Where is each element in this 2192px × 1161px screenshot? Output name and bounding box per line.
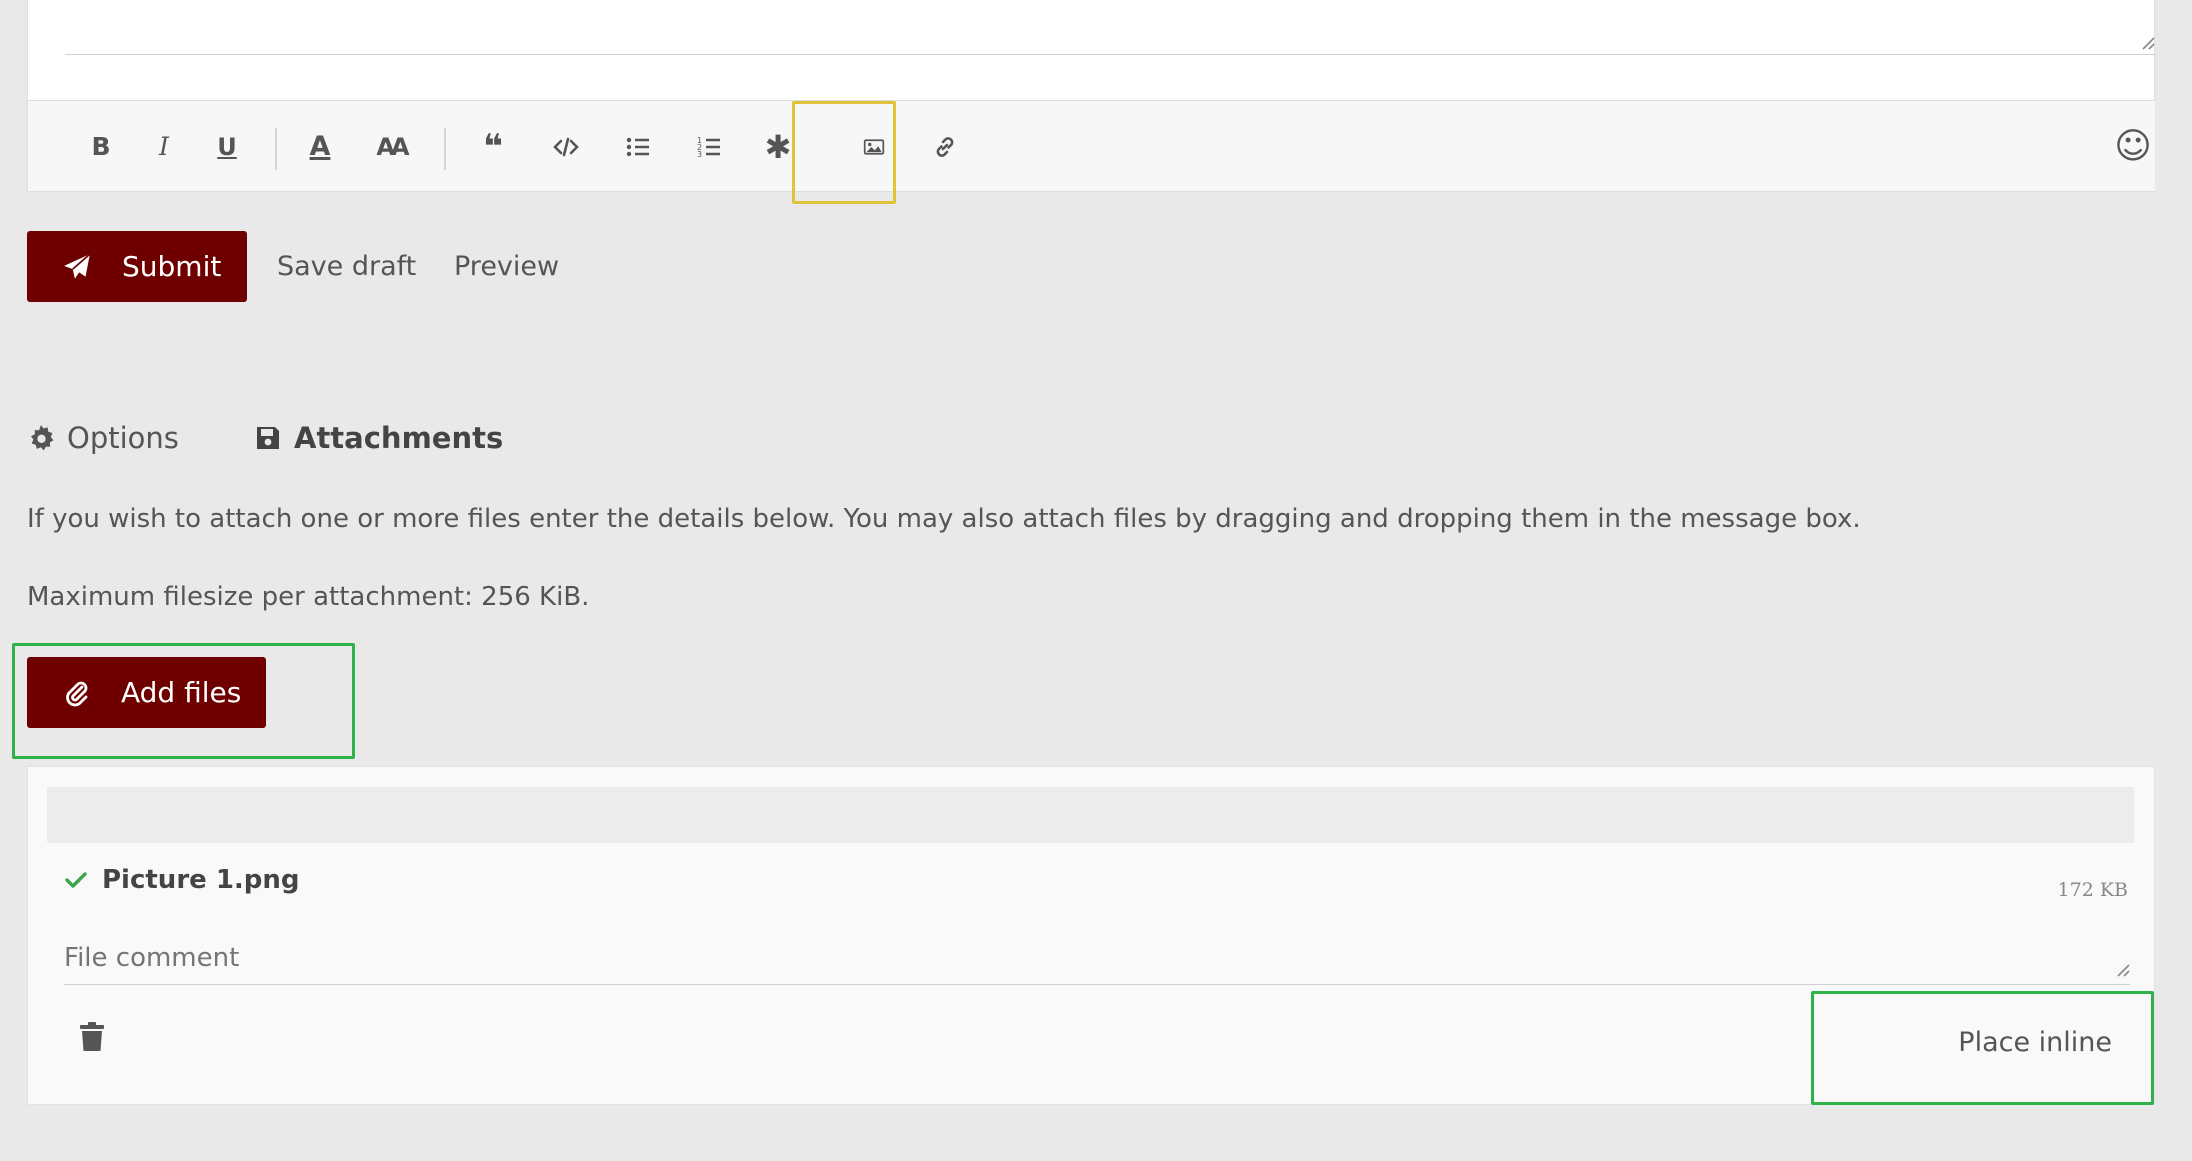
code-icon[interactable] — [538, 101, 594, 192]
resize-grip-icon[interactable] — [2115, 963, 2131, 977]
check-icon — [65, 872, 87, 888]
tab-attachments-label: Attachments — [294, 421, 504, 455]
image-button-highlight — [792, 101, 896, 204]
floppy-disk-icon — [257, 427, 279, 449]
file-comment-input[interactable] — [64, 917, 2130, 985]
font-color-icon[interactable]: A — [292, 101, 348, 192]
italic-icon[interactable]: I — [136, 101, 192, 192]
toolbar-separator — [444, 128, 446, 170]
add-files-label: Add files — [121, 676, 242, 709]
preview-button[interactable]: Preview — [454, 231, 559, 302]
editor-toolbar: B I U A AA ❝ 123 ✱ ☺ — [28, 100, 2155, 191]
tab-options[interactable]: Options — [27, 418, 179, 458]
link-icon[interactable] — [917, 101, 973, 192]
message-editor: B I U A AA ❝ 123 ✱ ☺ — [27, 0, 2156, 192]
svg-text:3: 3 — [697, 150, 702, 159]
toolbar-separator — [275, 128, 277, 170]
place-inline-highlight — [1811, 991, 2154, 1105]
font-size-icon[interactable]: AA — [363, 101, 419, 192]
gear-icon — [31, 425, 54, 451]
message-textarea[interactable] — [65, 0, 2156, 55]
max-filesize-text: Maximum filesize per attachment: 256 KiB… — [27, 582, 590, 612]
paper-plane-icon — [64, 252, 91, 279]
bold-icon[interactable]: B — [73, 101, 129, 192]
file-name-row: Picture 1.png — [64, 865, 300, 895]
file-size: 172 KB — [2057, 879, 2128, 901]
save-draft-button[interactable]: Save draft — [277, 231, 416, 302]
emoji-icon[interactable]: ☺ — [2105, 101, 2161, 192]
add-files-button[interactable]: Add files — [27, 657, 266, 728]
attachments-description: If you wish to attach one or more files … — [27, 504, 1861, 534]
submit-button[interactable]: Submit — [27, 231, 247, 302]
bullet-list-icon[interactable] — [610, 101, 666, 192]
paperclip-icon — [66, 681, 88, 706]
numbered-list-icon[interactable]: 123 — [681, 101, 737, 192]
trash-icon[interactable] — [79, 1022, 105, 1052]
upload-progress-bar — [47, 787, 2134, 843]
submit-label: Submit — [122, 250, 222, 283]
tab-attachments[interactable]: Attachments — [254, 418, 503, 458]
quote-icon[interactable]: ❝ — [465, 101, 521, 192]
tab-options-label: Options — [67, 421, 179, 455]
resize-grip-icon[interactable] — [2140, 36, 2156, 50]
underline-icon[interactable]: U — [199, 101, 255, 192]
file-name: Picture 1.png — [102, 865, 300, 895]
